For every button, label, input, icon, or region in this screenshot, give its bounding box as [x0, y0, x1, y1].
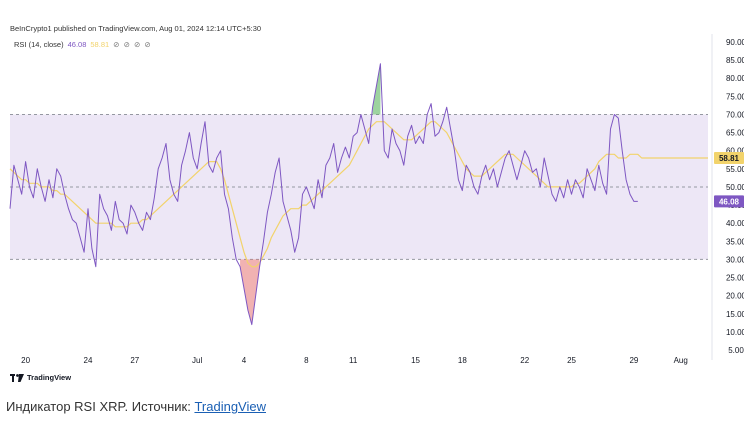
- x-tick-label: 18: [458, 356, 467, 365]
- y-tick-label: 5.00: [728, 346, 744, 355]
- caption-text: Индикатор RSI XRP. Источник:: [6, 399, 195, 414]
- y-tick-label: 35.00: [726, 237, 744, 246]
- x-tick-label: 11: [349, 356, 358, 365]
- y-tick-label: 25.00: [726, 274, 744, 283]
- published-info: BeInCrypto1 published on TradingView.com…: [10, 24, 262, 33]
- x-tick-label: 27: [130, 356, 139, 365]
- y-tick-label: 30.00: [726, 255, 744, 264]
- last-value-label: 58.81: [719, 154, 740, 163]
- x-tick-label: 20: [21, 356, 30, 365]
- y-tick-label: 15.00: [726, 310, 744, 319]
- y-tick-label: 20.00: [726, 292, 744, 301]
- x-tick-label: 4: [242, 356, 247, 365]
- y-tick-label: 40.00: [726, 219, 744, 228]
- x-tick-label: Aug: [674, 356, 688, 365]
- x-tick-label: 22: [520, 356, 529, 365]
- image-caption: Индикатор RSI XRP. Источник: TradingView: [6, 399, 266, 414]
- y-tick-label: 75.00: [726, 92, 744, 101]
- logo-text: TradingView: [27, 373, 72, 382]
- rsi-chart: 90.0085.0080.0075.0070.0065.0060.0055.00…: [9, 34, 744, 365]
- x-tick-label: 25: [567, 356, 576, 365]
- y-tick-label: 70.00: [726, 110, 744, 119]
- y-tick-label: 55.00: [726, 165, 744, 174]
- tradingview-logo-icon: [10, 373, 24, 382]
- y-tick-label: 10.00: [726, 328, 744, 337]
- x-tick-label: 29: [629, 356, 638, 365]
- last-value-label: 46.08: [719, 197, 740, 206]
- x-tick-label: 8: [304, 356, 309, 365]
- x-tick-label: 24: [84, 356, 93, 365]
- y-tick-label: 85.00: [726, 56, 744, 65]
- y-tick-label: 80.00: [726, 74, 744, 83]
- y-tick-label: 50.00: [726, 183, 744, 192]
- tradingview-logo: TradingView: [10, 373, 71, 382]
- x-tick-label: Jul: [192, 356, 202, 365]
- y-tick-label: 65.00: [726, 129, 744, 138]
- x-tick-label: 15: [411, 356, 420, 365]
- y-tick-label: 90.00: [726, 38, 744, 47]
- source-link[interactable]: TradingView: [194, 399, 266, 414]
